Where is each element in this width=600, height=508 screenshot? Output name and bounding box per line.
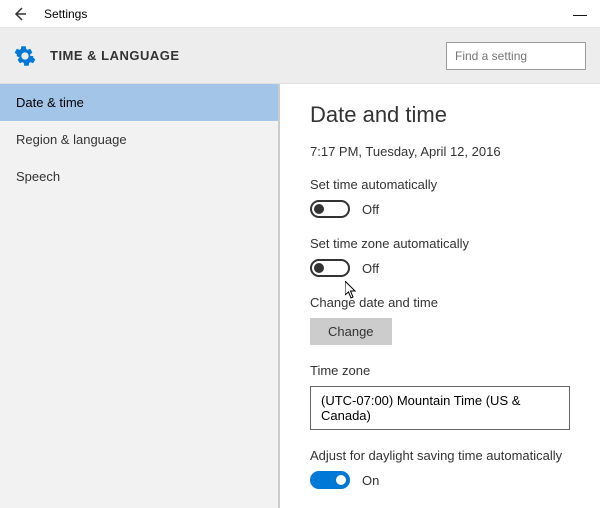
change-datetime-label: Change date and time bbox=[310, 295, 572, 310]
header: TIME & LANGUAGE bbox=[0, 28, 600, 84]
set-tz-auto-toggle[interactable] bbox=[310, 259, 350, 277]
change-button[interactable]: Change bbox=[310, 318, 392, 345]
dst-label: Adjust for daylight saving time automati… bbox=[310, 448, 572, 463]
content: Date and time 7:17 PM, Tuesday, April 12… bbox=[280, 84, 600, 508]
sidebar-item-speech[interactable]: Speech bbox=[0, 158, 278, 195]
page-title: Date and time bbox=[310, 102, 572, 128]
category-title: TIME & LANGUAGE bbox=[50, 48, 180, 63]
set-time-auto-label: Set time automatically bbox=[310, 177, 572, 192]
sidebar-item-region-language[interactable]: Region & language bbox=[0, 121, 278, 158]
back-button[interactable] bbox=[8, 2, 32, 26]
dst-state: On bbox=[362, 473, 379, 488]
set-tz-auto-state: Off bbox=[362, 261, 379, 276]
window-title: Settings bbox=[44, 7, 87, 21]
search-input[interactable] bbox=[446, 42, 586, 70]
timezone-value: (UTC-07:00) Mountain Time (US & Canada) bbox=[321, 393, 559, 423]
sidebar: Date & time Region & language Speech bbox=[0, 84, 280, 508]
timezone-label: Time zone bbox=[310, 363, 572, 378]
timezone-dropdown[interactable]: (UTC-07:00) Mountain Time (US & Canada) bbox=[310, 386, 570, 430]
set-time-auto-state: Off bbox=[362, 202, 379, 217]
sidebar-item-date-time[interactable]: Date & time bbox=[0, 84, 278, 121]
titlebar: Settings — bbox=[0, 0, 600, 28]
gear-icon bbox=[14, 45, 36, 67]
minimize-button[interactable]: — bbox=[568, 6, 592, 22]
set-tz-auto-label: Set time zone automatically bbox=[310, 236, 572, 251]
set-time-auto-toggle[interactable] bbox=[310, 200, 350, 218]
dst-toggle[interactable] bbox=[310, 471, 350, 489]
current-datetime: 7:17 PM, Tuesday, April 12, 2016 bbox=[310, 144, 572, 159]
